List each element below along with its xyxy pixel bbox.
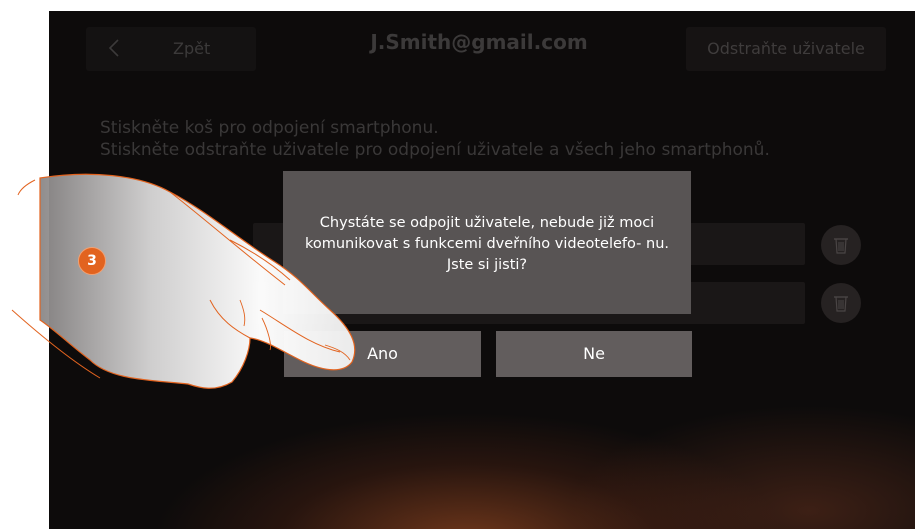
instruction-line-2: Stiskněte odstraňte uživatele pro odpoje… bbox=[100, 140, 770, 160]
back-button[interactable]: Zpět bbox=[86, 27, 256, 71]
page-title: J.Smith@gmail.com bbox=[370, 30, 588, 54]
delete-smartphone-button[interactable] bbox=[821, 283, 861, 323]
dialog-message: Chystáte se odpojit uživatele, nebude ji… bbox=[304, 215, 670, 273]
header-bar: Zpět J.Smith@gmail.com Odstraňte uživate… bbox=[49, 11, 915, 83]
remove-user-button[interactable]: Odstraňte uživatele bbox=[686, 27, 886, 71]
yes-button[interactable]: Ano bbox=[284, 331, 481, 377]
chevron-left-icon bbox=[108, 39, 119, 57]
yes-label: Ano bbox=[367, 344, 398, 363]
remove-user-label: Odstraňte uživatele bbox=[707, 39, 865, 58]
step-number-badge: 3 bbox=[78, 247, 106, 275]
device-screen: Zpět J.Smith@gmail.com Odstraňte uživate… bbox=[49, 11, 915, 529]
delete-smartphone-button[interactable] bbox=[821, 225, 861, 265]
no-label: Ne bbox=[583, 344, 605, 363]
trash-icon bbox=[834, 296, 848, 312]
back-label: Zpět bbox=[173, 39, 211, 58]
no-button[interactable]: Ne bbox=[496, 331, 692, 377]
trash-icon bbox=[834, 238, 848, 254]
confirm-dialog: Chystáte se odpojit uživatele, nebude ji… bbox=[283, 171, 691, 314]
instructions-text: Stiskněte koš pro odpojení smartphonu. S… bbox=[100, 117, 780, 161]
instruction-line-1: Stiskněte koš pro odpojení smartphonu. bbox=[100, 118, 439, 138]
